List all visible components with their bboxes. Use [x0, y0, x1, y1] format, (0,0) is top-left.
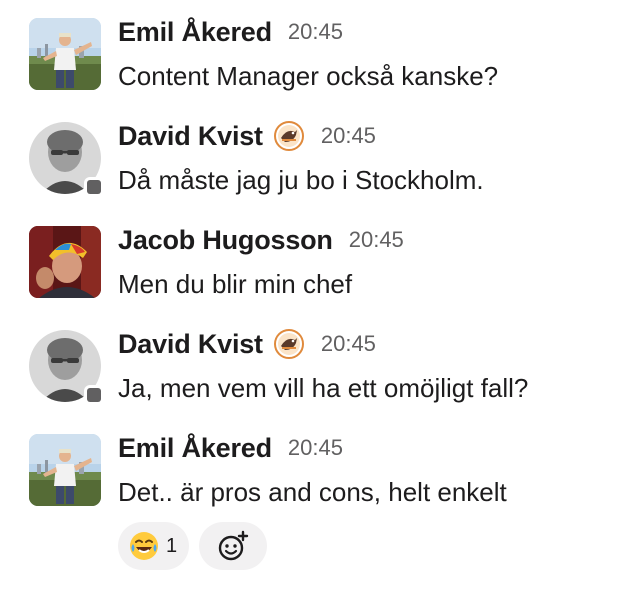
message-header: Emil Åkered 20:45 [118, 14, 343, 50]
author-name[interactable]: Emil Åkered [118, 17, 272, 48]
reactions-bar: 1 [118, 522, 268, 570]
message-header: David Kvist 20:45 [118, 326, 376, 362]
avatar[interactable] [29, 18, 101, 90]
reaction-pill[interactable]: 1 [118, 522, 190, 570]
message-text: Ja, men vem vill ha ett omöjligt fall? [118, 373, 529, 403]
emil-avatar-image [29, 18, 101, 90]
reaction-count: 1 [166, 534, 178, 557]
timestamp[interactable]: 20:45 [288, 19, 343, 45]
message-item: Jacob Hugosson 20:45 Men du blir min che… [0, 208, 629, 312]
add-reaction-button[interactable] [199, 522, 268, 570]
jacob-avatar-image [29, 226, 101, 298]
add-reaction-icon [218, 530, 249, 561]
message-header: Jacob Hugosson 20:45 [118, 222, 404, 258]
message-text: Men du blir min chef [118, 269, 353, 299]
timestamp[interactable]: 20:45 [321, 123, 376, 149]
message-header: David Kvist 20:45 [118, 118, 376, 154]
message-text: Det.. är pros and cons, helt enkelt [118, 477, 507, 507]
emil-avatar-image [29, 434, 101, 506]
message-item: Emil Åkered 20:45 Content Manager också … [0, 0, 629, 104]
message-item: David Kvist 20:45 Då måste jag ju bo i S… [0, 104, 629, 208]
message-item: Emil Åkered 20:45 Det.. är pros and cons… [0, 416, 629, 520]
author-name[interactable]: David Kvist [118, 121, 263, 152]
bird-badge-icon[interactable] [273, 120, 305, 152]
away-status-icon [84, 177, 104, 197]
author-name[interactable]: David Kvist [118, 329, 263, 360]
timestamp[interactable]: 20:45 [321, 331, 376, 357]
avatar[interactable] [29, 226, 101, 298]
laughing-emoji-icon [130, 532, 158, 560]
author-name[interactable]: Emil Åkered [118, 433, 272, 464]
bird-badge-icon[interactable] [273, 328, 305, 360]
timestamp[interactable]: 20:45 [349, 227, 404, 253]
timestamp[interactable]: 20:45 [288, 435, 343, 461]
author-name[interactable]: Jacob Hugosson [118, 225, 333, 256]
message-item: David Kvist 20:45 Ja, men vem vill ha et… [0, 312, 629, 416]
message-text: Content Manager också kanske? [118, 61, 499, 91]
away-status-icon [84, 385, 104, 405]
avatar[interactable] [29, 122, 104, 197]
message-header: Emil Åkered 20:45 [118, 430, 343, 466]
message-text: Då måste jag ju bo i Stockholm. [118, 165, 484, 195]
avatar[interactable] [29, 434, 101, 506]
avatar[interactable] [29, 330, 104, 405]
